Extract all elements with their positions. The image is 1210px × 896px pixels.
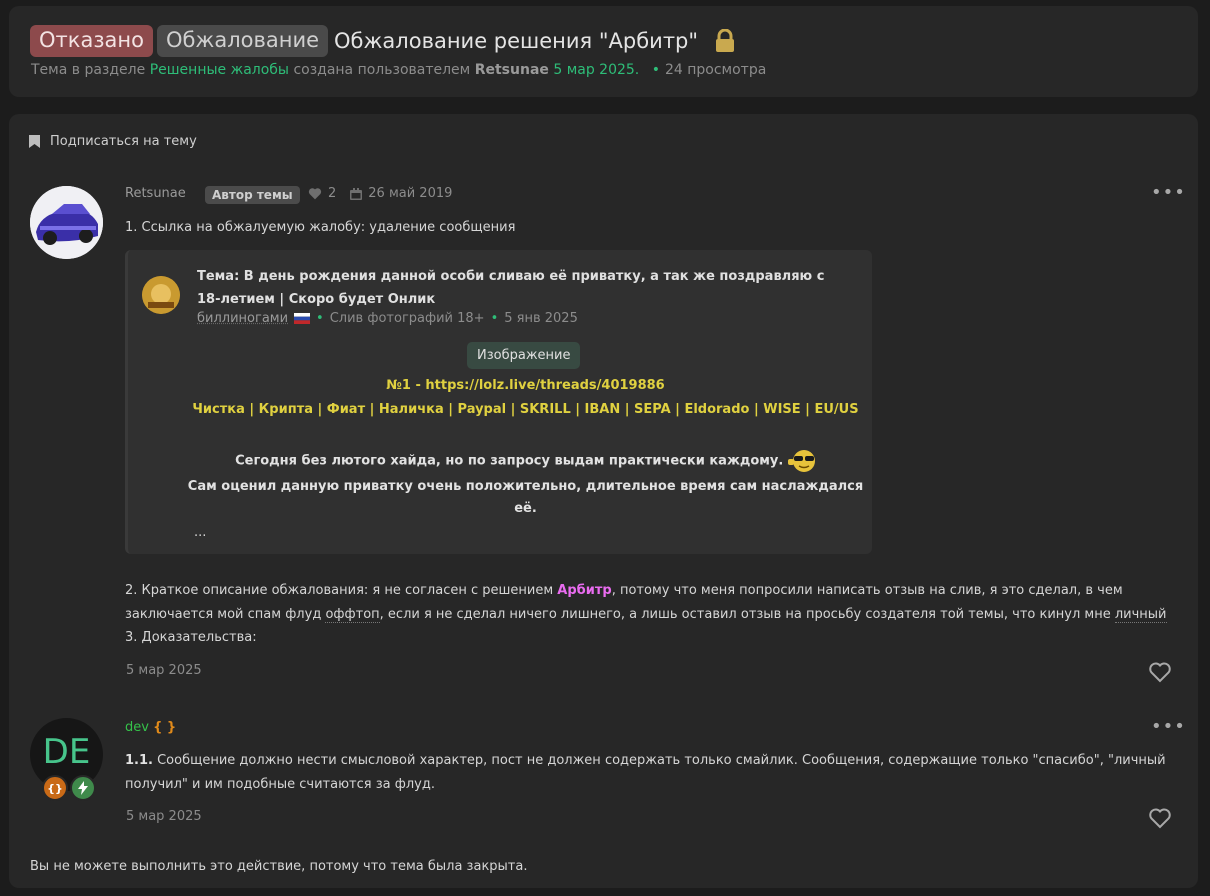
quote-ellipsis[interactable]: ... [194,521,206,544]
like-button[interactable] [1148,661,1172,683]
user-badges: {} [42,775,96,801]
author-suffix: { } [153,720,177,735]
post-text-part: Сообщение должно нести смысловой характе… [152,753,1166,768]
image-button[interactable]: Изображение [467,342,581,369]
personal-term[interactable]: личный [1114,607,1167,623]
quote-text-line: её. [514,501,537,516]
quote-text-line: Сегодня без лютого хайда, но по запросу … [128,449,923,473]
rule-number: 1.1. [125,753,153,768]
bookmark-icon [29,135,40,148]
post-text-part: , если я не сделал ничего лишнего, а лиш… [379,607,1115,622]
post-author[interactable]: Retsunae [125,186,186,201]
meta-created: создана пользователем [293,62,471,78]
thread-meta: Тема в разделе Решенные жалобы создана п… [31,62,766,78]
author-name: dev [125,720,149,735]
quote-text-1: Сегодня без лютого хайда, но по запросу … [235,453,784,469]
avatar-letters: DE [42,732,91,772]
quoted-thread[interactable]: Тема: В день рождения данной особи слива… [125,250,872,554]
post-text-line: заключается мой спам флуд оффтоп, если я… [125,603,1167,626]
section-link[interactable]: Решенные жалобы [150,62,289,78]
quote-date: 5 янв 2025 [504,311,578,326]
meta-separator: • [316,311,324,326]
quote-category[interactable]: Слив фотографий 18+ [330,311,485,326]
arbitr-user-link[interactable]: Арбитр [557,583,611,598]
quote-avatar [142,276,180,314]
view-count: 24 просмотра [664,62,767,78]
thread-author-link[interactable]: Retsunae [475,62,549,78]
russia-flag-icon [294,313,311,324]
post-text-line: 2. Краткое описание обжалования: я не со… [125,579,1123,602]
post-date[interactable]: 5 мар 2025 [126,663,202,678]
post-text-part: , потому что меня попросили написать отз… [611,583,1123,598]
quote-services-line: Чистка | Крипта | Фиат | Наличка | Paypa… [192,402,859,417]
more-options-button[interactable]: ••• [1151,716,1186,737]
thread-body: Подписаться на тему Retsunae Автор темы … [9,114,1198,888]
like-count: 2 [328,186,337,201]
post-date[interactable]: 5 мар 2025 [126,809,202,824]
post-text-line: 1.1. Сообщение должно нести смысловой ха… [125,749,1166,772]
post-text-part: заключается мой спам флуд [125,607,326,622]
meta-prefix: Тема в разделе [31,62,146,78]
author-badge: Автор темы [205,186,300,204]
quote-text-line: Сам оценил данную приватку очень положит… [187,479,864,494]
post-text-line: 3. Доказательства: [125,630,257,645]
thread-header: Отказано Обжалование Обжалование решения… [9,6,1198,97]
subscribe-label: Подписаться на тему [50,134,197,149]
subscribe-button[interactable]: Подписаться на тему [29,134,197,149]
quote-user[interactable]: биллиногами [197,311,288,326]
thread-date-link[interactable]: 5 мар 2025. [553,62,639,78]
post-meta: 2 26 май 2019 [308,186,452,201]
car-avatar-image [30,186,103,259]
quote-meta: биллиногами • Слив фотографий 18+ • 5 ян… [197,311,578,326]
heart-icon [1149,808,1171,829]
like-button[interactable] [1148,807,1172,829]
sunglasses-smiley-icon [787,450,815,472]
page-title: Обжалование решения "Арбитр" [334,29,699,53]
offtop-term[interactable]: оффтоп [325,607,380,623]
code-badge-icon[interactable]: {} [42,775,68,801]
thread-closed-message: Вы не можете выполнить это действие, пот… [30,859,528,874]
quote-link-line[interactable]: №1 - https://lolz.live/threads/4019886 [128,378,923,393]
post-author[interactable]: dev { } [125,720,176,735]
post-text-part: 2. Краткое описание обжалования: я не со… [125,583,558,598]
thread-title-row: Отказано Обжалование Обжалование решения… [30,24,736,58]
meta-separator: • [651,62,660,78]
more-options-button[interactable]: ••• [1151,182,1186,203]
heart-icon [308,188,322,200]
avatar[interactable] [30,186,103,259]
quote-title: Тема: В день рождения данной особи слива… [197,269,825,307]
prefix-denied-badge[interactable]: Отказано [30,25,153,57]
post-text-line: получил" и им подобные считаются за флуд… [125,777,435,792]
post-text-line: 1. Ссылка на обжалуемую жалобу: удаление… [125,220,516,235]
meta-separator: • [490,311,499,326]
calendar-icon [350,187,363,200]
lock-icon [714,28,736,53]
prefix-appeal-badge[interactable]: Обжалование [156,25,329,57]
heart-icon [1149,662,1171,683]
registration-date: 26 май 2019 [368,186,453,201]
lightning-badge-icon[interactable] [70,775,96,801]
